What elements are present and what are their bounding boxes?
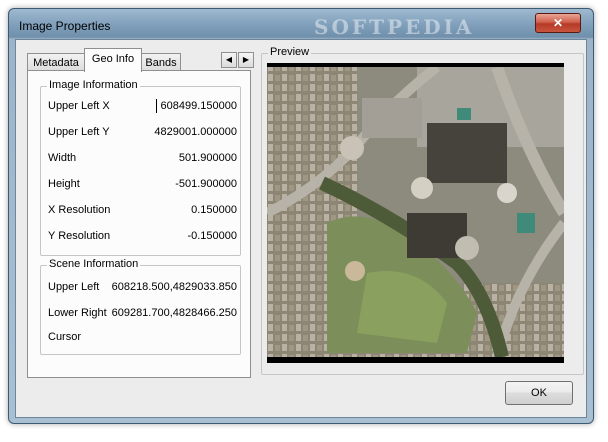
height-label: Height [48, 178, 80, 190]
window-title: Image Properties [19, 19, 111, 33]
width-label: Width [48, 152, 77, 164]
ok-button[interactable]: OK [505, 381, 573, 405]
tab-scroll-right-icon[interactable]: ▶ [238, 52, 254, 68]
preview-group: Preview [261, 46, 584, 375]
tab-label: Metadata [33, 57, 79, 69]
y-resolution-label: Y Resolution [48, 230, 111, 242]
tab-scroll-left-icon[interactable]: ◀ [221, 52, 237, 68]
text-cursor [156, 99, 157, 113]
group-title: Scene Information [47, 258, 141, 270]
x-resolution-value[interactable]: 0.150000 [191, 204, 237, 216]
upper-left-x-value[interactable]: 608499.150000 [161, 100, 237, 112]
upper-left-x-label: Upper Left X [48, 100, 110, 112]
y-resolution-value[interactable]: -0.150000 [187, 230, 237, 242]
group-title: Image Information [47, 79, 140, 91]
upper-left-y-value[interactable]: 4829001.000000 [154, 126, 237, 138]
title-bar[interactable]: Image Properties SOFTPEDIA ✕ [9, 9, 593, 39]
cursor-label: Cursor [48, 331, 82, 343]
image-information-group: Image Information Upper Left X 608499.15… [40, 79, 241, 256]
geo-info-panel: Image Information Upper Left X 608499.15… [27, 70, 251, 378]
close-button[interactable]: ✕ [535, 13, 581, 33]
softpedia-watermark: SOFTPEDIA [314, 15, 475, 39]
lower-right-value[interactable]: 609281.700,4828466.250 [112, 307, 237, 319]
scene-information-group: Scene Information Upper Left 608218.500,… [40, 258, 241, 355]
lower-right-label: Lower Right [48, 307, 107, 319]
upper-left-value[interactable]: 608218.500,4829033.850 [112, 281, 237, 293]
height-value[interactable]: -501.900000 [175, 178, 237, 190]
tab-geo-info[interactable]: Geo Info [84, 48, 142, 72]
preview-title: Preview [268, 46, 312, 58]
x-resolution-label: X Resolution [48, 204, 111, 216]
width-value[interactable]: 501.900000 [179, 152, 237, 164]
tab-label: Bands [145, 57, 177, 69]
aerial-photo-image [267, 63, 564, 363]
upper-left-y-label: Upper Left Y [48, 126, 110, 138]
preview-image[interactable] [267, 63, 564, 363]
tab-label: Geo Info [91, 53, 135, 65]
upper-left-label: Upper Left [48, 281, 100, 293]
